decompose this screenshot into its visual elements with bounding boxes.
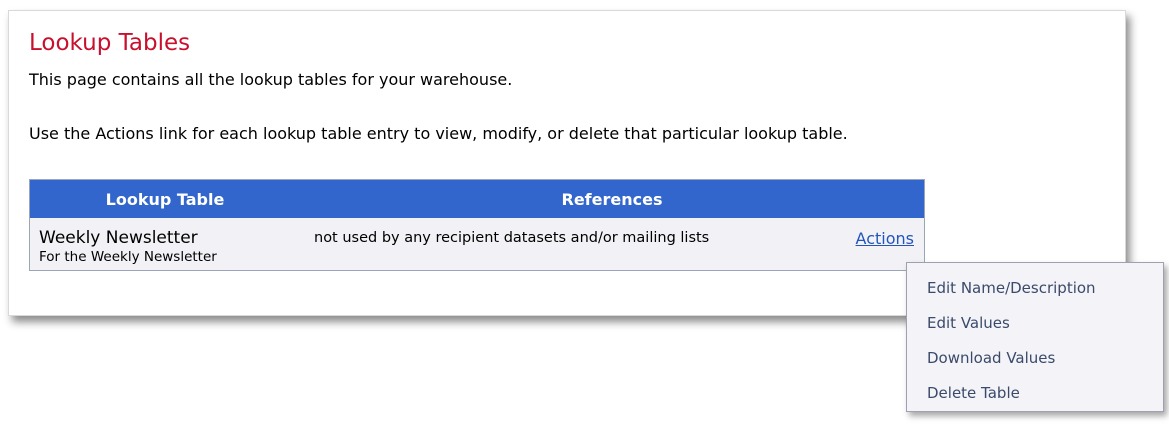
intro-text: This page contains all the lookup tables… [29,70,513,89]
lookup-table-name: Weekly Newsletter [39,228,198,248]
menu-item-delete-table[interactable]: Delete Table [907,376,1163,411]
menu-item-edit-name-description[interactable]: Edit Name/Description [907,271,1163,306]
column-header-references: References [300,179,925,218]
menu-item-edit-values[interactable]: Edit Values [907,306,1163,341]
menu-item-download-values[interactable]: Download Values [907,341,1163,376]
instructions-text: Use the Actions link for each lookup tab… [29,124,848,143]
lookup-table-name-cell: Weekly Newsletter For the Weekly Newslet… [30,218,301,271]
column-header-lookup-table: Lookup Table [29,179,300,218]
table-row: Weekly Newsletter For the Weekly Newslet… [30,218,925,271]
lookup-table-list: Lookup Table References Weekly Newslette… [29,179,925,271]
table-header-row: Lookup Table References [29,179,925,218]
references-cell: not used by any recipient datasets and/o… [314,230,710,246]
page-title: Lookup Tables [29,30,191,56]
actions-dropdown-menu: Edit Name/Description Edit Values Downlo… [906,262,1164,412]
actions-link[interactable]: Actions [856,229,914,248]
lookup-table-description: For the Weekly Newsletter [39,249,217,265]
